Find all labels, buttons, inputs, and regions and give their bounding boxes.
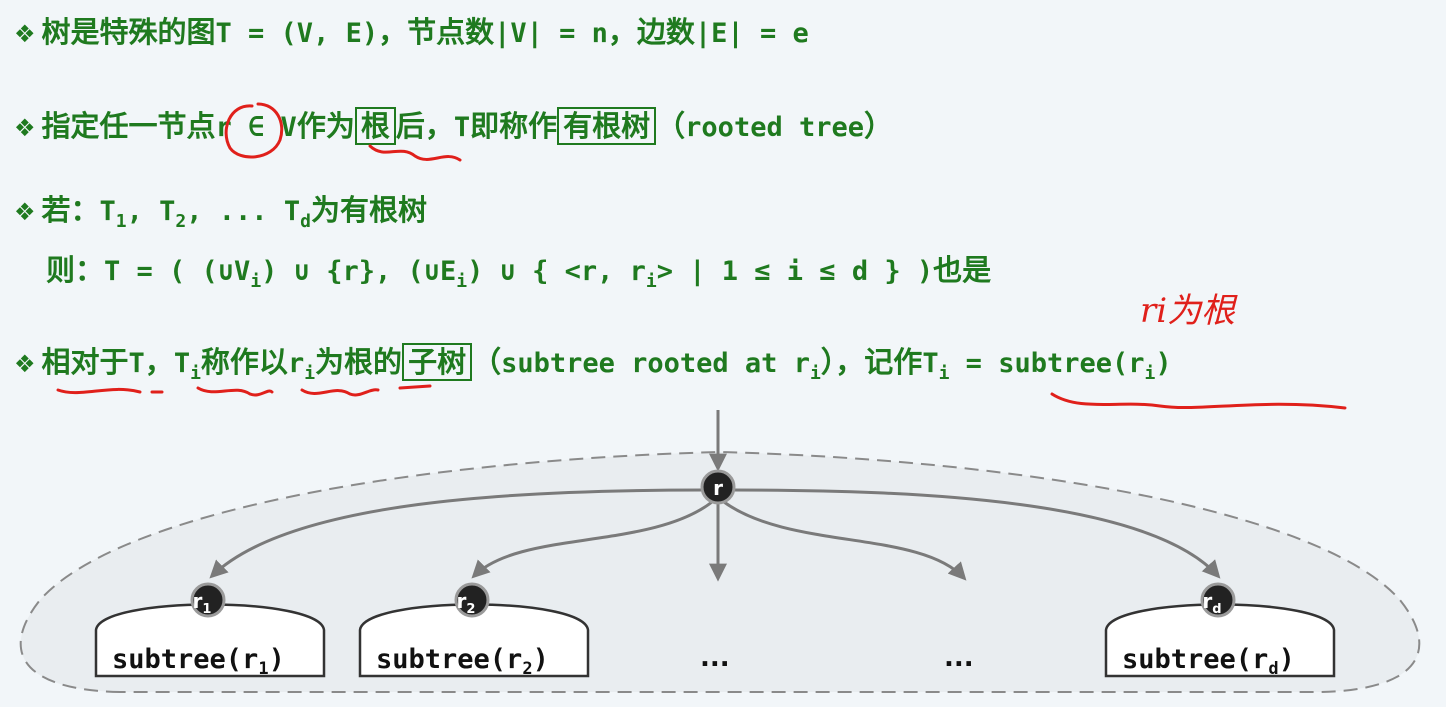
tree-diagram: subtree(r1) subtree(r2) subtree(rd) ... …	[19, 410, 1421, 693]
handwritten-note: ri为根	[1140, 291, 1238, 331]
ellipsis: ...	[700, 643, 730, 673]
underline-squiggle	[368, 144, 462, 162]
underline-squiggle	[398, 384, 432, 390]
ellipsis: ...	[944, 643, 974, 673]
circle-mark	[224, 102, 284, 159]
underline-squiggle	[300, 388, 380, 397]
underline-squiggle	[196, 386, 274, 397]
underline-squiggle	[56, 387, 142, 395]
root-node-label: r	[713, 476, 723, 500]
